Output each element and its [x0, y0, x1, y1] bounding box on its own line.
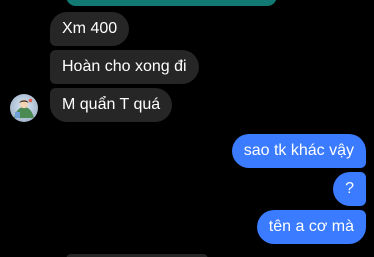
chat-thread: Xm 400 Hoàn cho xong đi M quẩn T quá sao…: [0, 0, 374, 257]
outgoing-message[interactable]: ?: [333, 172, 366, 206]
avatar-icon: [10, 94, 38, 122]
message-text: Xm 400: [62, 20, 118, 37]
message-text: M quẩn T quá: [62, 96, 161, 113]
outgoing-message[interactable]: sao tk khác vậy: [231, 134, 366, 168]
incoming-message[interactable]: Hoàn cho xong đi: [50, 50, 199, 84]
previous-message-fragment[interactable]: [66, 0, 277, 6]
contact-avatar[interactable]: [10, 94, 38, 122]
message-text: Hoàn cho xong đi: [62, 58, 187, 75]
outgoing-message[interactable]: tên a cơ mà: [256, 210, 366, 244]
message-text: tên a cơ mà: [268, 218, 354, 235]
incoming-message[interactable]: Xm 400: [50, 12, 130, 46]
incoming-message[interactable]: M quẩn T quá: [50, 88, 173, 122]
message-text: sao tk khác vậy: [243, 142, 354, 159]
message-text: ?: [345, 180, 354, 197]
